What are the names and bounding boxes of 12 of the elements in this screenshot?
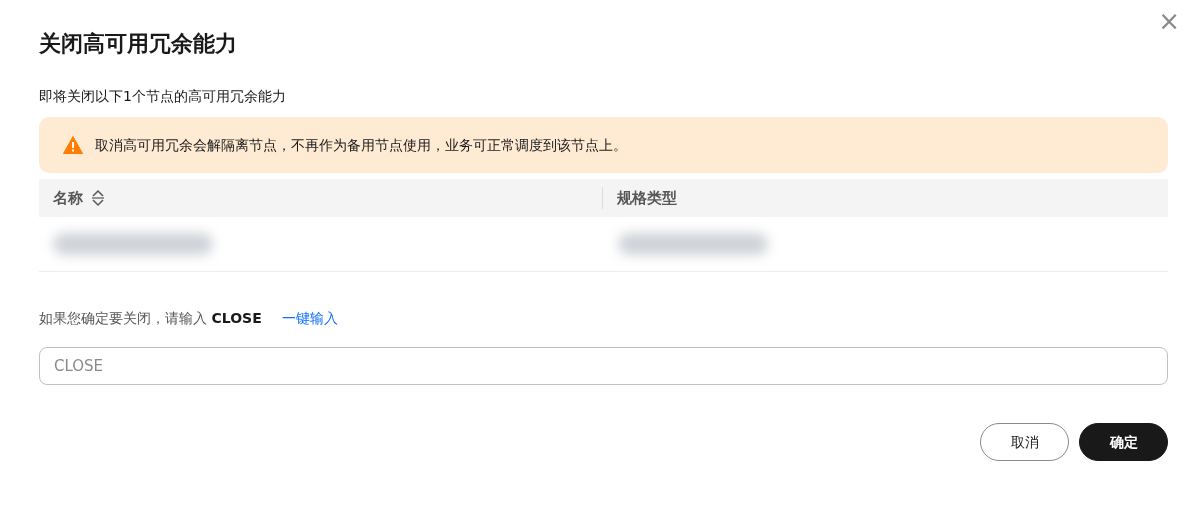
cancel-button[interactable]: 取消	[980, 423, 1069, 461]
warning-icon	[63, 136, 83, 154]
confirm-button[interactable]: 确定	[1079, 423, 1168, 461]
column-header: 名称	[53, 187, 83, 209]
alert-text: 取消高可用冗余会解隔离节点，不再作为备用节点使用，业务可正常调度到该节点上。	[95, 135, 627, 155]
sort-icon[interactable]	[91, 189, 105, 207]
input-field[interactable]: CLOSE	[39, 347, 1168, 385]
auto-fill-link[interactable]: 一键输入	[281, 308, 338, 329]
column-header: 规格类型	[617, 187, 677, 209]
confirm-prompt: 如果您确定要关闭，请输入 CLOSE	[39, 309, 262, 328]
intro-text: 即将关闭以下1个节点的高可用冗余能力	[39, 87, 287, 106]
dialog-title: 关闭高可用冗余能力	[39, 30, 238, 58]
